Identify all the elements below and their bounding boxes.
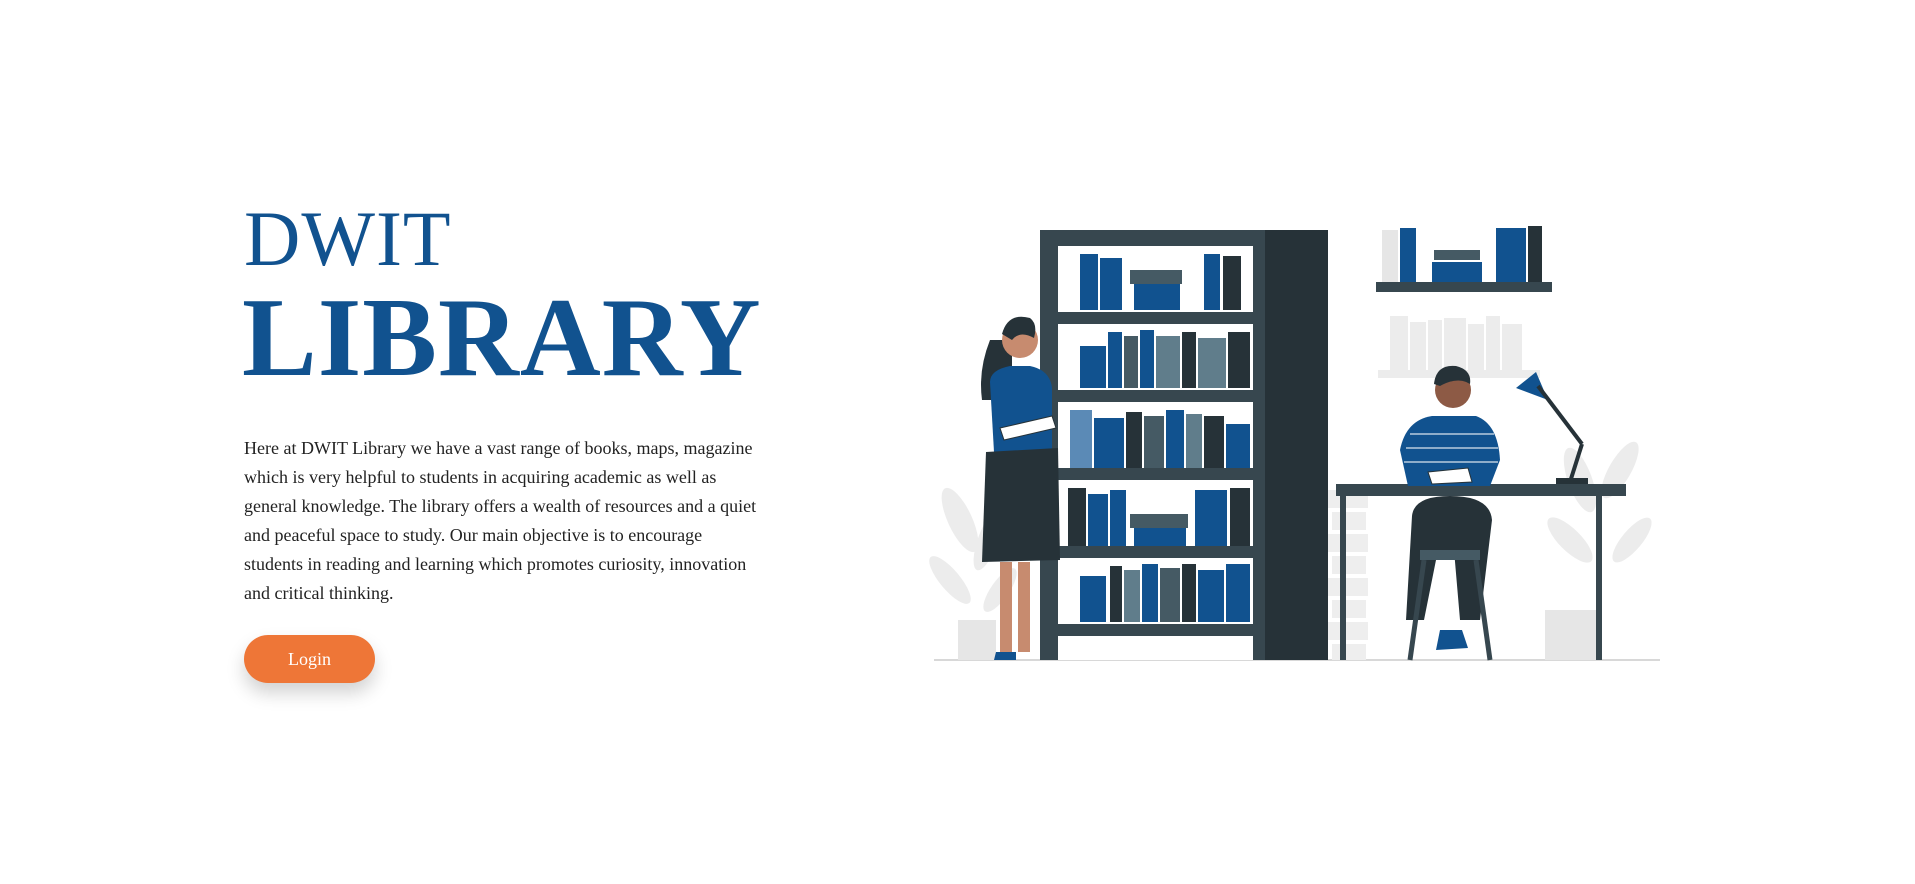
- hero-description: Here at DWIT Library we have a vast rang…: [244, 438, 757, 603]
- title-dwit: DWIT: [244, 195, 452, 282]
- wall-shelf-icon: [1376, 226, 1552, 378]
- man-reading-icon: [1400, 365, 1500, 661]
- book-stack-icon: [1328, 490, 1368, 660]
- login-button[interactable]: Login: [244, 635, 375, 683]
- bookshelf-icon: [1040, 230, 1328, 660]
- title-library: LIBRARY: [242, 276, 762, 400]
- library-illustration: [929, 226, 1660, 661]
- hero-text: DWIT LIBRARY Here at DWIT Library we hav…: [242, 195, 764, 608]
